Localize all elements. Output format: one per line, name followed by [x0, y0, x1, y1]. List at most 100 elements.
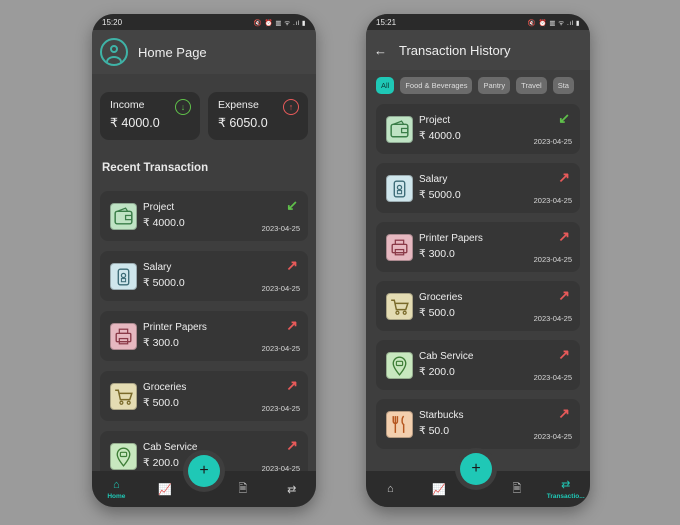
page-title: Home Page: [138, 44, 207, 60]
nav-home-label: Home: [107, 492, 126, 500]
arrow-up-circle-icon: ↑: [283, 99, 299, 115]
chart-icon: 📈: [432, 483, 446, 496]
wallet-icon: [386, 116, 413, 143]
arrow-up-right-icon: ↗: [286, 437, 298, 453]
transaction-title: Groceries: [419, 292, 463, 303]
expense-value: ₹ 6050.0: [218, 116, 268, 130]
transaction-date: 2023-04-25: [261, 224, 300, 233]
filter-chip[interactable]: Food & Beverages: [400, 77, 473, 94]
nav-reports[interactable]: 🗎: [219, 471, 268, 507]
transaction-title: Groceries: [143, 382, 187, 393]
status-bar: 15:20 🔇 ⏰ ▥ ᯤ .ıl ▮: [92, 14, 316, 30]
transaction-item[interactable]: Printer Papers ₹ 300.0 ↗ 2023-04-25: [376, 222, 580, 272]
transaction-amount: ₹ 200.0: [143, 457, 179, 469]
transaction-title: Starbucks: [419, 410, 464, 421]
status-time: 15:20: [102, 17, 123, 27]
transfer-icon: ⇄: [561, 479, 571, 491]
status-icons: 🔇 ⏰ ▥ ᯤ .ıl ▮: [527, 19, 580, 27]
transaction-history-list: Project ₹ 4000.0 ↙ 2023-04-25 Salary ₹ 5000.0…: [366, 94, 590, 449]
category-filter-chips: All Food & Beverages Pantry Travel Sta: [366, 70, 590, 94]
nav-stats[interactable]: 📈: [141, 471, 190, 507]
document-icon: 🗎: [238, 482, 248, 495]
transaction-amount: ₹ 200.0: [419, 366, 455, 378]
arrow-up-right-icon: ↗: [558, 346, 570, 362]
nav-reports[interactable]: 🗎: [493, 471, 542, 507]
transaction-amount: ₹ 500.0: [143, 397, 179, 409]
transaction-amount: ₹ 4000.0: [143, 217, 185, 229]
transaction-item[interactable]: Project ₹ 4000.0 ↙ 2023-04-25: [100, 191, 308, 241]
income-card[interactable]: Income ₹ 4000.0 ↓: [100, 92, 200, 140]
transaction-title: Printer Papers: [143, 322, 207, 333]
transaction-date: 2023-04-25: [533, 255, 572, 264]
transfer-icon: ⇄: [287, 483, 297, 496]
cab-icon: [386, 352, 413, 379]
transaction-date: 2023-04-25: [533, 373, 572, 382]
nav-transactions[interactable]: ⇄: [267, 471, 316, 507]
transaction-item[interactable]: Salary ₹ 5000.0 ↗ 2023-04-25: [100, 251, 308, 301]
wallet-icon: [110, 203, 137, 230]
home-icon: ⌂: [387, 483, 394, 495]
transaction-amount: ₹ 500.0: [419, 307, 455, 319]
transaction-title: Salary: [143, 262, 172, 273]
transaction-date: 2023-04-25: [533, 137, 572, 146]
cab-icon: [110, 443, 137, 470]
nav-stats[interactable]: 📈: [415, 471, 464, 507]
add-transaction-button[interactable]: +: [188, 455, 220, 487]
printer-icon: [110, 323, 137, 350]
chart-icon: 📈: [158, 483, 172, 496]
history-screen: 15:21 🔇 ⏰ ▥ ᯤ .ıl ▮ ← Transaction Histor…: [366, 14, 590, 507]
arrow-up-right-icon: ↗: [286, 317, 298, 333]
status-bar: 15:21 🔇 ⏰ ▥ ᯤ .ıl ▮: [366, 14, 590, 30]
transaction-title: Printer Papers: [419, 233, 483, 244]
transaction-item[interactable]: Starbucks ₹ 50.0 ↗ 2023-04-25: [376, 399, 580, 449]
expense-card[interactable]: Expense ₹ 6050.0 ↑: [208, 92, 308, 140]
transaction-date: 2023-04-25: [533, 314, 572, 323]
filter-chip[interactable]: Sta: [552, 77, 574, 94]
transaction-title: Salary: [419, 174, 448, 185]
nav-home[interactable]: ⌂ Home: [92, 471, 141, 507]
cart-icon: [110, 383, 137, 410]
transaction-amount: ₹ 50.0: [419, 425, 450, 437]
nav-transactions-label: Transactio...: [546, 493, 585, 500]
transaction-date: 2023-04-25: [261, 404, 300, 413]
transaction-amount: ₹ 300.0: [419, 248, 455, 260]
transaction-item[interactable]: Groceries ₹ 500.0 ↗ 2023-04-25: [100, 371, 308, 421]
summary-cards: Income ₹ 4000.0 ↓ Expense ₹ 6050.0 ↑: [92, 74, 316, 140]
page-title: Transaction History: [399, 42, 511, 58]
arrow-up-right-icon: ↗: [286, 257, 298, 273]
transaction-item[interactable]: Cab Service ₹ 200.0 ↗ 2023-04-25: [376, 340, 580, 390]
cart-icon: [386, 293, 413, 320]
status-icons: 🔇 ⏰ ▥ ᯤ .ıl ▮: [253, 19, 306, 27]
arrow-up-right-icon: ↗: [286, 377, 298, 393]
transaction-item[interactable]: Printer Papers ₹ 300.0 ↗ 2023-04-25: [100, 311, 308, 361]
id-badge-icon: [110, 263, 137, 290]
nav-transactions[interactable]: ⇄ Transactio...: [541, 471, 590, 507]
transaction-title: Cab Service: [419, 351, 474, 362]
transaction-amount: ₹ 300.0: [143, 337, 179, 349]
home-screen: 15:20 🔇 ⏰ ▥ ᯤ .ıl ▮ Home Page Income ₹ 4…: [92, 14, 316, 507]
transaction-item[interactable]: Groceries ₹ 500.0 ↗ 2023-04-25: [376, 281, 580, 331]
profile-avatar-icon[interactable]: [100, 38, 128, 66]
status-time: 15:21: [376, 17, 397, 27]
transaction-item[interactable]: Project ₹ 4000.0 ↙ 2023-04-25: [376, 104, 580, 154]
add-transaction-button[interactable]: +: [460, 453, 492, 485]
printer-icon: [386, 234, 413, 261]
transaction-date: 2023-04-25: [533, 432, 572, 441]
app-bar: Home Page: [92, 30, 316, 74]
income-value: ₹ 4000.0: [110, 116, 160, 130]
arrow-up-right-icon: ↗: [558, 228, 570, 244]
transaction-item[interactable]: Salary ₹ 5000.0 ↗ 2023-04-25: [376, 163, 580, 213]
section-title: Recent Transaction: [102, 162, 209, 174]
back-arrow-icon[interactable]: ←: [374, 43, 387, 58]
fork-knife-icon: [386, 411, 413, 438]
home-icon: ⌂: [113, 478, 120, 491]
arrow-down-left-icon: ↙: [558, 110, 570, 126]
filter-chip[interactable]: All: [376, 77, 395, 94]
arrow-up-right-icon: ↗: [558, 287, 570, 303]
filter-chip[interactable]: Travel: [516, 77, 547, 94]
transaction-title: Project: [419, 115, 451, 126]
filter-chip[interactable]: Pantry: [478, 77, 511, 94]
recent-transactions-list: Project ₹ 4000.0 ↙ 2023-04-25 Salary ₹ 5000.0…: [92, 174, 316, 481]
nav-home[interactable]: ⌂: [366, 471, 415, 507]
arrow-down-circle-icon: ↓: [175, 99, 191, 115]
